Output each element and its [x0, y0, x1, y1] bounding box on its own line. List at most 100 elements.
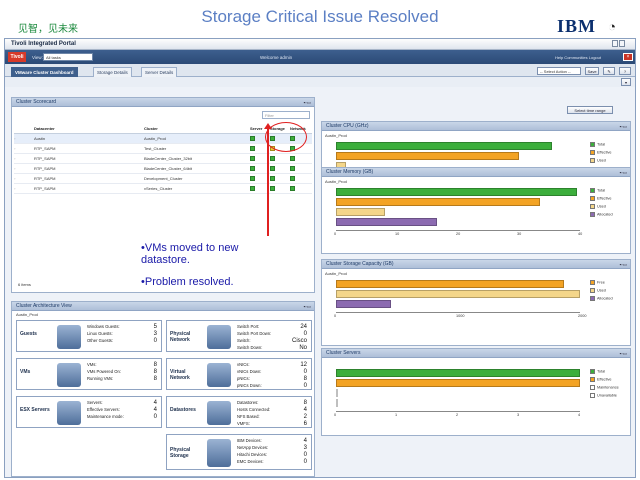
legend-swatch [590, 385, 595, 390]
row-select-icon[interactable]: ◦ [14, 176, 15, 181]
arch-item-value: 4 [303, 407, 307, 413]
maximize-icon[interactable] [619, 40, 625, 47]
arch-box-physical-network[interactable]: Physical Network Switch Port: 24 Switch P… [166, 320, 312, 352]
bar-used[interactable] [336, 208, 385, 216]
page-menu-icon[interactable]: ▾ [621, 78, 631, 86]
arch-item-value: No [299, 345, 307, 351]
arch-item-label: Switch Port: [237, 324, 260, 329]
cell-datacenter: RTP_SAPM [34, 183, 144, 194]
bar-effective[interactable] [336, 198, 541, 206]
bar-total[interactable] [336, 369, 580, 377]
legend-label: Total [597, 369, 606, 374]
arch-item-label: pNICs Down: [237, 383, 262, 388]
arch-box-physical-storage[interactable]: Physical Storage IBM Devices: 4 NetApp De… [166, 434, 312, 470]
bar-total[interactable] [336, 188, 577, 196]
arch-box-vms[interactable]: VMs VMs: 8 VMs Powered On: 8 Running VMs: … [16, 358, 162, 390]
x-tick-label: 0 [334, 232, 337, 236]
bar-maintenance[interactable] [336, 389, 338, 397]
tab-server-details[interactable]: Server Details [141, 67, 178, 77]
server-status-icon[interactable] [250, 145, 255, 151]
nav-links[interactable]: Help Communities Logout [555, 55, 601, 60]
x-tick-label: 4 [578, 413, 581, 417]
storage-status-icon[interactable] [270, 165, 275, 171]
ibm-logo: IBM [557, 16, 596, 36]
storage-status-icon[interactable] [270, 185, 275, 191]
server-status-icon[interactable] [250, 175, 255, 181]
close-icon[interactable]: × [623, 53, 633, 61]
server-status-icon[interactable] [250, 185, 255, 191]
select-action-dropdown[interactable]: -- Select Action -- [537, 67, 581, 75]
legend-item: Free [590, 280, 605, 285]
bar-allocated[interactable] [336, 300, 391, 308]
help-icon[interactable]: ? [619, 67, 631, 75]
legend-item: Total [590, 369, 605, 374]
network-status-icon[interactable] [290, 175, 295, 181]
window-controls[interactable] [611, 40, 633, 48]
arch-item-label: Running VMs: [87, 376, 114, 381]
network-status-icon[interactable] [290, 185, 295, 191]
arch-box-guests[interactable]: Guests Windows Guests: 5 Linux Guests: 3 O… [16, 320, 162, 352]
tab-storage-details[interactable]: Storage Details [93, 67, 132, 77]
view-select[interactable]: All tasks [43, 53, 93, 61]
arch-item-label: Windows Guests: [87, 324, 120, 329]
arch-item-value: 8 [303, 376, 307, 382]
arch-item-label: Linux Guests: [87, 331, 113, 336]
panel-controls-icon[interactable]: ▪▫▭ [304, 302, 311, 311]
arch-item-value: 0 [153, 414, 157, 420]
save-button[interactable]: Save [585, 67, 599, 75]
arch-box-esx-servers[interactable]: ESX Servers Servers: 4 Effective Servers:… [16, 396, 162, 428]
legend-item: Effective [590, 196, 612, 201]
bar-unavailable[interactable] [336, 399, 338, 407]
arch-box-datastores[interactable]: Datastores Datastores: 8 Hosts Connected:… [166, 396, 312, 428]
filter-input[interactable]: Filter [262, 111, 310, 119]
arch-item-value: 3 [153, 331, 157, 337]
chart-title: Cluster CPU (GHz) [326, 123, 369, 129]
col-cluster[interactable]: Cluster [144, 124, 250, 134]
storage-status-icon[interactable] [270, 155, 275, 161]
cell-datacenter: RTP_SAPM [34, 173, 144, 184]
arch-item-value: 0 [303, 459, 307, 465]
legend-swatch [590, 393, 595, 398]
server-status-icon[interactable] [250, 165, 255, 171]
legend-item: Allocated [590, 212, 613, 217]
legend-swatch [590, 280, 595, 285]
row-select-icon[interactable]: ◦ [14, 146, 15, 151]
annotation-vms-moved: •VMs moved to new datastore. [141, 242, 239, 266]
arch-box-icon [207, 401, 231, 425]
server-status-icon[interactable] [250, 155, 255, 161]
annotation-arrow [267, 126, 269, 236]
network-status-icon[interactable] [290, 165, 295, 171]
row-select-icon[interactable]: ◦ [14, 186, 15, 191]
bar-allocated[interactable] [336, 218, 437, 226]
bar-total[interactable] [336, 142, 552, 150]
edit-icon[interactable]: ✎ [603, 67, 615, 75]
server-status-icon[interactable] [250, 135, 255, 141]
bar-effective[interactable] [336, 152, 519, 160]
tab-vmware-cluster-dashboard[interactable]: VMware Cluster Dashboard [11, 67, 78, 77]
arch-box-virtual-network[interactable]: Virtual Network vNICs: 12 vNICs Down: 0 pN… [166, 358, 312, 390]
bar-used[interactable] [336, 290, 580, 298]
legend-swatch [590, 369, 595, 374]
scorecard-header: Cluster Scorecard ▪▫▭ [12, 98, 314, 107]
row-select-icon[interactable]: ◦ [14, 136, 15, 141]
panel-controls-icon[interactable]: ▪▫▭ [304, 98, 311, 107]
col-datacenter[interactable]: Datacenter [34, 124, 144, 134]
legend-label: Effective [597, 196, 612, 201]
row-select-icon[interactable]: ◦ [14, 156, 15, 161]
arch-box-icon [207, 439, 231, 467]
panel-controls-icon[interactable]: ▪▫▭ [620, 349, 627, 358]
bar-effective[interactable] [336, 379, 580, 387]
row-select-icon[interactable]: ◦ [14, 166, 15, 171]
panel-controls-icon[interactable]: ▪▫▭ [620, 168, 627, 177]
arch-item-label: Other Guests: [87, 338, 114, 343]
minimize-icon[interactable] [612, 40, 618, 47]
storage-status-icon[interactable] [270, 175, 275, 181]
arch-box-label: Physical Network [170, 331, 191, 343]
chart-header: Cluster Memory (GB) ▪▫▭ [322, 168, 630, 177]
panel-controls-icon[interactable]: ▪▫▭ [620, 260, 627, 269]
panel-controls-icon[interactable]: ▪▫▭ [620, 122, 627, 131]
network-status-icon[interactable] [290, 155, 295, 161]
cell-cluster: vSeries_Cluster [144, 183, 250, 194]
bar-free[interactable] [336, 280, 565, 288]
select-time-range-button[interactable]: Select time range [567, 106, 613, 114]
